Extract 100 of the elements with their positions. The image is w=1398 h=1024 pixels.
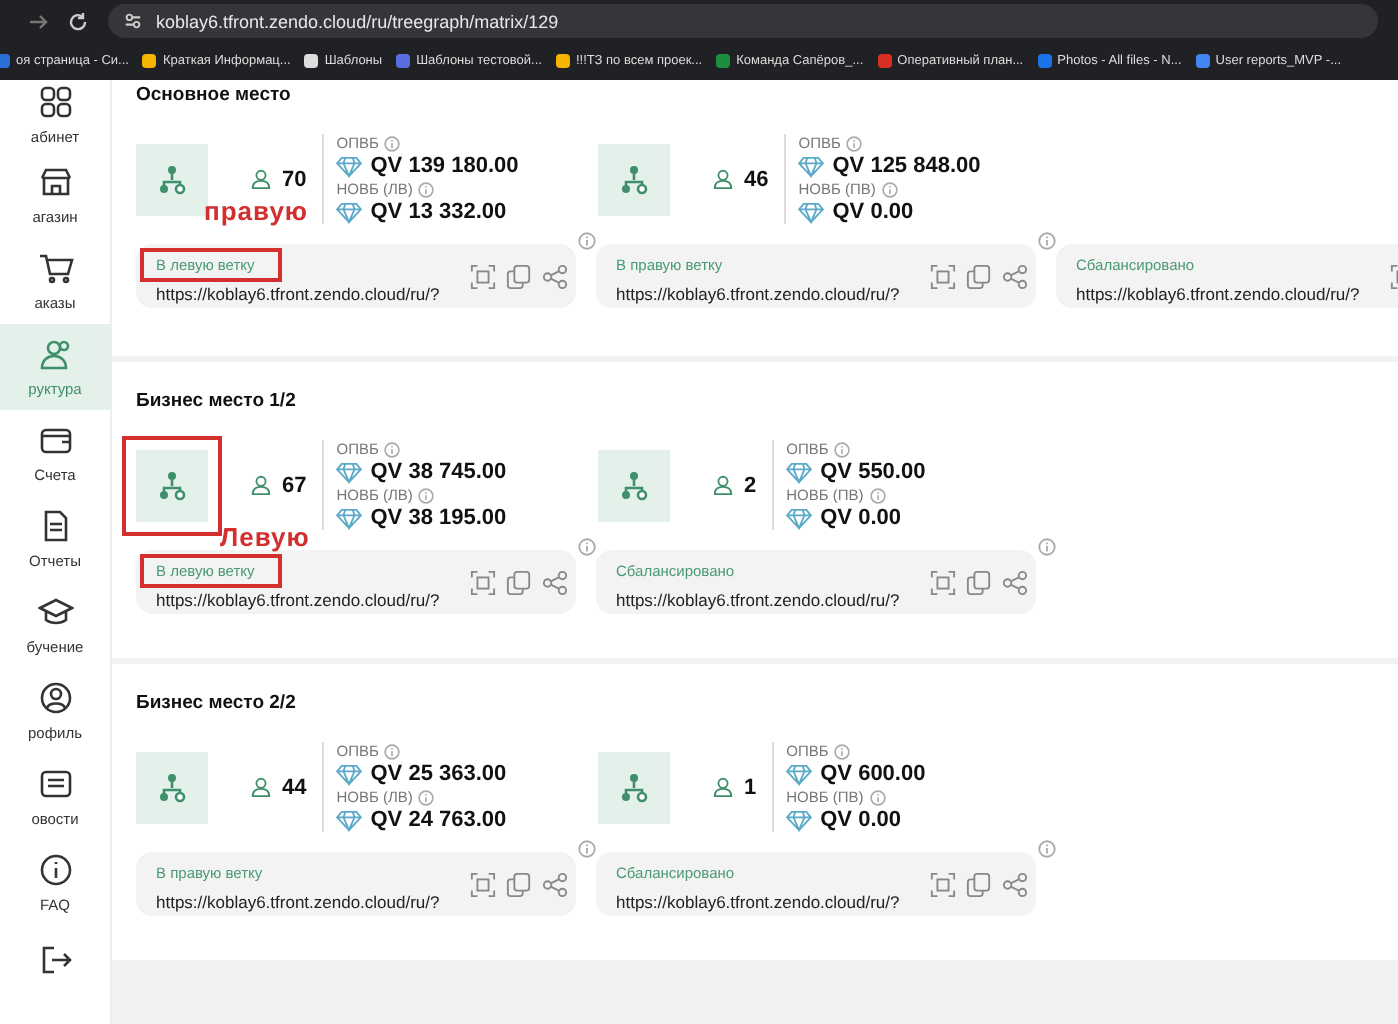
graduation-cap-icon <box>37 594 73 630</box>
info-icon <box>37 852 73 888</box>
section-title: Бизнес место 1/2 <box>136 390 298 412</box>
info-icon[interactable] <box>578 538 596 556</box>
stat-value: QV 24 763.00 <box>370 808 507 832</box>
info-icon[interactable] <box>578 232 596 250</box>
diamond-icon <box>798 201 825 223</box>
user-icon <box>37 680 73 716</box>
qr-code-icon[interactable] <box>470 569 496 595</box>
user-icon <box>250 474 272 496</box>
stat-value: QV 38 195.00 <box>370 506 507 530</box>
info-icon[interactable] <box>418 487 435 503</box>
stat-value: QV 25 363.00 <box>370 762 507 786</box>
member-count: 67 <box>282 473 307 497</box>
info-icon[interactable] <box>418 181 435 197</box>
tree-node-icon <box>156 163 188 195</box>
share-icon[interactable] <box>1002 263 1028 289</box>
info-icon[interactable] <box>834 743 851 759</box>
share-icon[interactable] <box>542 263 568 289</box>
cart-icon <box>37 250 73 286</box>
stat-value: QV 0.00 <box>832 200 914 224</box>
diamond-icon <box>336 201 363 223</box>
tree-node-icon <box>156 469 188 501</box>
qr-code-icon[interactable] <box>470 871 496 897</box>
annotation-text: Левую <box>220 522 310 552</box>
stat-value: QV 0.00 <box>820 808 901 832</box>
copy-icon[interactable] <box>966 263 992 289</box>
info-icon[interactable] <box>1038 232 1056 250</box>
qr-code-icon[interactable] <box>930 569 956 595</box>
stat-value: QV 125 848.00 <box>832 154 981 178</box>
info-icon[interactable] <box>846 135 863 151</box>
section-title: Основное место <box>136 84 293 106</box>
tree-node-icon <box>618 771 650 803</box>
tree-node-icon <box>156 771 188 803</box>
user-icon <box>250 168 272 190</box>
diamond-icon <box>798 155 825 177</box>
info-icon[interactable] <box>1038 538 1056 556</box>
user-icon <box>712 168 734 190</box>
member-count: 1 <box>744 775 757 799</box>
reload-icon[interactable] <box>68 11 88 31</box>
link-url[interactable]: https://koblay6.tfront.zendo.cloud/ru/? <box>156 590 460 610</box>
grid-icon <box>37 84 73 120</box>
qr-code-icon[interactable] <box>930 263 956 289</box>
forward-icon[interactable] <box>28 11 48 31</box>
node-tile[interactable] <box>122 435 222 535</box>
stat-value: QV 13 332.00 <box>370 200 507 224</box>
stat-value: QV 139 180.00 <box>370 154 519 178</box>
user-icon <box>250 776 272 798</box>
diamond-icon <box>786 507 813 529</box>
address-bar[interactable]: koblay6.tfront.zendo.cloud/ru/treegraph/matrix/129 <box>108 4 1378 38</box>
copy-icon[interactable] <box>506 569 532 595</box>
link-url[interactable]: https://koblay6.tfront.zendo.cloud/ru/? <box>1076 284 1380 304</box>
stat-value: QV 600.00 <box>820 762 926 786</box>
diamond-icon <box>336 763 363 785</box>
shop-icon <box>37 164 73 200</box>
diamond-icon <box>786 809 813 831</box>
diamond-icon <box>336 461 363 483</box>
info-icon[interactable] <box>384 743 401 759</box>
share-icon[interactable] <box>542 569 568 595</box>
site-settings-icon[interactable] <box>124 12 142 30</box>
copy-icon[interactable] <box>966 569 992 595</box>
share-icon[interactable] <box>1002 569 1028 595</box>
info-icon[interactable] <box>869 487 886 503</box>
member-count: 70 <box>282 167 307 191</box>
copy-icon[interactable] <box>506 263 532 289</box>
diamond-icon <box>336 809 363 831</box>
tree-node-icon <box>618 163 650 195</box>
info-icon[interactable] <box>869 789 886 805</box>
link-url[interactable]: https://koblay6.tfront.zendo.cloud/ru/? <box>156 284 460 304</box>
share-icon[interactable] <box>1002 871 1028 897</box>
link-url[interactable]: https://koblay6.tfront.zendo.cloud/ru/? <box>616 590 920 610</box>
diamond-icon <box>336 155 363 177</box>
annotation-text: правую <box>204 196 309 226</box>
info-icon[interactable] <box>418 789 435 805</box>
info-icon[interactable] <box>834 441 851 457</box>
user-icon <box>712 474 734 496</box>
link-url[interactable]: https://koblay6.tfront.zendo.cloud/ru/? <box>616 892 920 912</box>
info-icon[interactable] <box>881 181 898 197</box>
link-url[interactable]: https://koblay6.tfront.zendo.cloud/ru/? <box>156 892 460 912</box>
member-count: 46 <box>744 167 769 191</box>
info-icon[interactable] <box>578 840 596 858</box>
stat-value: QV 0.00 <box>820 506 901 530</box>
section-title: Бизнес место 2/2 <box>136 692 298 714</box>
stat-value: QV 38 745.00 <box>370 460 507 484</box>
info-icon[interactable] <box>1038 840 1056 858</box>
diamond-icon <box>786 763 813 785</box>
copy-icon[interactable] <box>506 871 532 897</box>
tree-node-icon <box>618 469 650 501</box>
qr-code-icon[interactable] <box>930 871 956 897</box>
copy-icon[interactable] <box>966 871 992 897</box>
qr-code-icon[interactable] <box>470 263 496 289</box>
info-icon[interactable] <box>384 135 401 151</box>
people-icon <box>37 336 73 372</box>
info-icon[interactable] <box>384 441 401 457</box>
share-icon[interactable] <box>542 871 568 897</box>
member-count: 2 <box>744 473 757 497</box>
user-icon <box>712 776 734 798</box>
exit-icon <box>37 942 73 978</box>
diamond-icon <box>786 461 813 483</box>
link-url[interactable]: https://koblay6.tfront.zendo.cloud/ru/? <box>616 284 920 304</box>
